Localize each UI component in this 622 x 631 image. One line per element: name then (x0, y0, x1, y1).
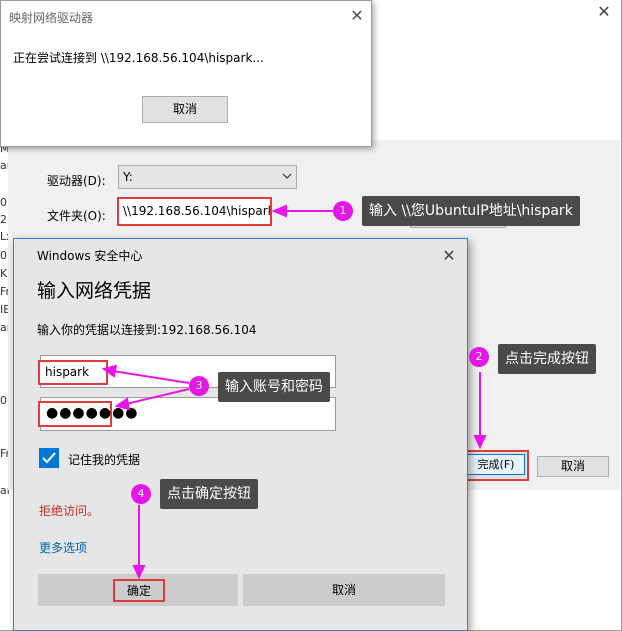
arrowhead-step-3a (101, 364, 118, 378)
arrow-step-3a (112, 370, 190, 384)
arrowhead-step-1 (271, 204, 287, 218)
step-badge-4: 4 (131, 484, 151, 504)
arrowhead-step-2 (473, 435, 487, 450)
annotation-arrows (101, 204, 487, 580)
step-callout-1: 输入 \\您UbuntuIP地址\hispark (362, 196, 580, 226)
step-callout-4: 点击确定按钮 (160, 479, 258, 509)
step-badge-1: 1 (333, 201, 353, 221)
arrowhead-step-4 (132, 565, 146, 580)
step-badge-2: 2 (469, 347, 489, 367)
step-callout-2: 点击完成按钮 (498, 344, 596, 374)
step-badge-3: 3 (189, 376, 209, 396)
step-callout-3: 输入账号和密码 (218, 372, 330, 402)
arrow-step-3b (125, 388, 190, 405)
arrowhead-step-3b (114, 397, 131, 411)
